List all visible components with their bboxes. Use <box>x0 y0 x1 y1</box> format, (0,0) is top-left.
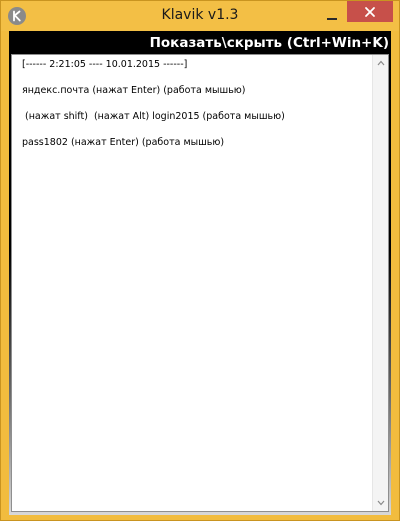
keylog-content[interactable]: [------ 2:21:05 ---- 10.01.2015 ------] … <box>12 55 372 511</box>
log-line: яндекс.почта (нажат Enter) (работа мышью… <box>22 85 246 96</box>
scroll-up-button[interactable] <box>373 55 389 71</box>
hotkey-hint: Показать\скрыть (Ctrl+Win+K) <box>149 35 389 51</box>
log-line: (нажат shift) (нажат Alt) login2015 (раб… <box>22 111 285 122</box>
log-line: pass1802 (нажат Enter) (работа мышью) <box>22 137 225 148</box>
minimize-icon <box>327 18 337 20</box>
minimize-button[interactable] <box>321 7 343 25</box>
title-bar[interactable]: Klavik v1.3 <box>1 1 399 31</box>
client-area: Показать\скрыть (Ctrl+Win+K) [------ 2:2… <box>9 31 391 515</box>
log-line: [------ 2:21:05 ---- 10.01.2015 ------] <box>22 59 188 70</box>
keylog-textbox[interactable]: [------ 2:21:05 ---- 10.01.2015 ------] … <box>11 54 389 512</box>
app-window: Klavik v1.3 Показать\скрыть (Ctrl+Win+K)… <box>0 0 400 521</box>
vertical-scrollbar[interactable] <box>372 55 388 511</box>
scroll-down-button[interactable] <box>373 495 389 511</box>
chevron-up-icon <box>377 60 385 66</box>
close-icon <box>365 6 375 17</box>
close-button[interactable] <box>347 1 393 22</box>
chevron-down-icon <box>377 500 385 506</box>
